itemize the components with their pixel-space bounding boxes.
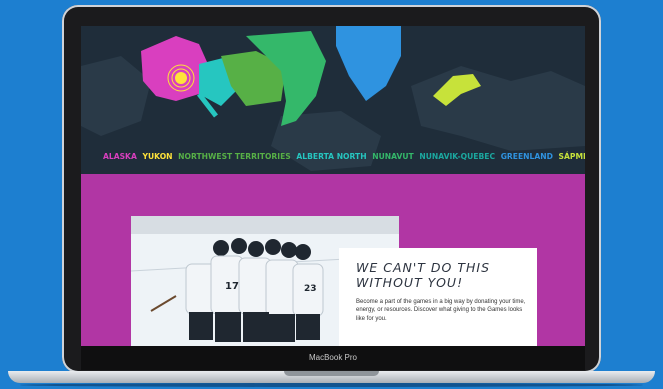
svg-text:23: 23 — [304, 284, 317, 294]
region-label[interactable]: SÁPMI — [559, 152, 585, 161]
donation-section: 17 23 WE CAN'T DO THIS WITHOUT YOU! Beco… — [81, 174, 585, 346]
bottom-bezel: MacBook Pro — [81, 346, 585, 370]
circumpolar-map: ALASKA YUKON NORTHWEST TERRITORIES ALBER… — [81, 26, 585, 174]
device-label: MacBook Pro — [308, 353, 358, 362]
donation-card: WE CAN'T DO THIS WITHOUT YOU! Become a p… — [339, 248, 537, 346]
base-shadow — [20, 383, 643, 387]
region-label[interactable]: NUNAVIK-QUEBEC — [419, 152, 495, 161]
svg-text:17: 17 — [225, 281, 239, 292]
region-label[interactable]: NUNAVUT — [372, 152, 413, 161]
card-title: WE CAN'T DO THIS WITHOUT YOU! — [356, 260, 490, 290]
laptop-screen: ALASKA YUKON NORTHWEST TERRITORIES ALBER… — [81, 26, 585, 346]
region-label[interactable]: ALBERTA NORTH — [296, 152, 366, 161]
region-label[interactable]: NORTHWEST TERRITORIES — [178, 152, 291, 161]
region-list: ALASKA YUKON NORTHWEST TERRITORIES ALBER… — [81, 152, 585, 161]
region-label[interactable]: GREENLAND — [501, 152, 553, 161]
region-label[interactable]: ALASKA — [103, 152, 137, 161]
card-body: Become a part of the games in a big way … — [356, 299, 526, 322]
region-label[interactable]: YUKON — [142, 152, 172, 161]
base-notch — [284, 371, 379, 376]
